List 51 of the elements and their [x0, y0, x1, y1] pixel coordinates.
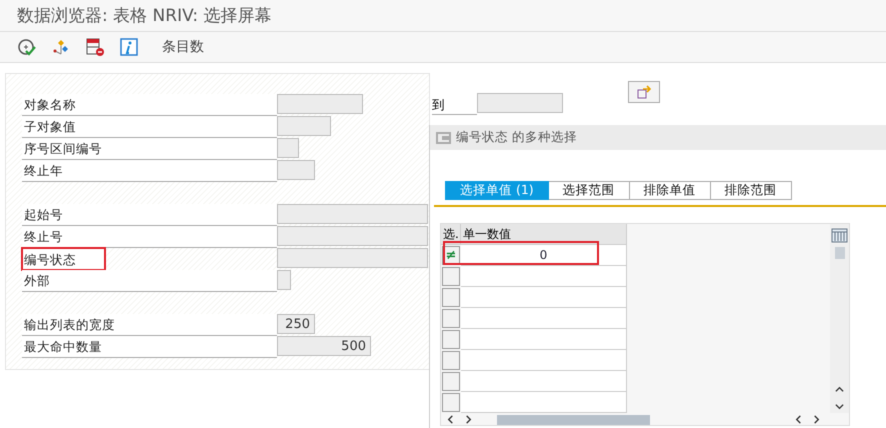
tab[interactable]: 排除范围	[710, 181, 792, 200]
column-header: 选.	[441, 224, 461, 245]
tab[interactable]: 排除单值	[630, 181, 711, 200]
input-field[interactable]	[277, 160, 315, 180]
input-field[interactable]	[277, 138, 299, 158]
field-label: 最大命中数量	[22, 336, 277, 358]
field-label: 子对象值	[22, 116, 277, 138]
window-icon	[436, 132, 452, 144]
column-settings-icon[interactable]	[831, 228, 848, 243]
square-arrow-icon	[636, 85, 652, 99]
input-field[interactable]	[277, 248, 428, 268]
table-cell[interactable]	[461, 329, 627, 350]
option-button[interactable]	[442, 330, 460, 349]
table-cell[interactable]	[461, 308, 627, 329]
column-header: 单一数值	[461, 224, 627, 245]
table-cell[interactable]	[461, 371, 627, 392]
input-field[interactable]	[277, 226, 428, 246]
table-cell[interactable]: 0	[461, 245, 627, 266]
option-button[interactable]	[442, 267, 460, 286]
input-field[interactable]	[277, 204, 428, 224]
scroll-thumb[interactable]	[834, 247, 844, 259]
table-cell[interactable]	[461, 287, 627, 308]
input-field[interactable]	[277, 116, 331, 136]
option-button[interactable]	[442, 351, 460, 370]
option-button[interactable]	[442, 288, 460, 307]
input-field[interactable]: 250	[277, 314, 315, 334]
table-cell[interactable]	[461, 392, 627, 413]
field-label: 序号区间编号	[22, 138, 277, 160]
input-field[interactable]	[277, 94, 363, 114]
scroll-thumb[interactable]	[497, 414, 650, 424]
field-label: 终止号	[22, 226, 277, 248]
option-button[interactable]	[442, 309, 460, 328]
input-field[interactable]: 500	[277, 336, 371, 356]
input-field[interactable]	[277, 270, 291, 290]
field-label: 外部	[22, 270, 277, 292]
field-label: 终止年	[22, 160, 277, 182]
field-label: 输出列表的宽度	[22, 314, 277, 336]
multiple-selection-button[interactable]	[628, 81, 660, 103]
table-cell[interactable]	[461, 266, 627, 287]
field-label: 起始号	[22, 204, 277, 226]
entry-count-button[interactable]: 条目数	[158, 38, 208, 56]
tab[interactable]: 选择范围	[548, 181, 630, 200]
field-label: 编号状态	[22, 248, 105, 270]
delete-row-icon[interactable]	[84, 36, 106, 58]
field-label: 对象名称	[22, 94, 277, 116]
table-cell[interactable]	[461, 350, 627, 371]
dialog-title: 编号状态 的多种选择	[456, 129, 577, 146]
input-field[interactable]	[477, 93, 563, 113]
window-title: 数据浏览器: 表格 NRIV: 选择屏幕	[0, 0, 886, 32]
info-icon[interactable]	[118, 36, 140, 58]
option-button[interactable]	[442, 372, 460, 391]
